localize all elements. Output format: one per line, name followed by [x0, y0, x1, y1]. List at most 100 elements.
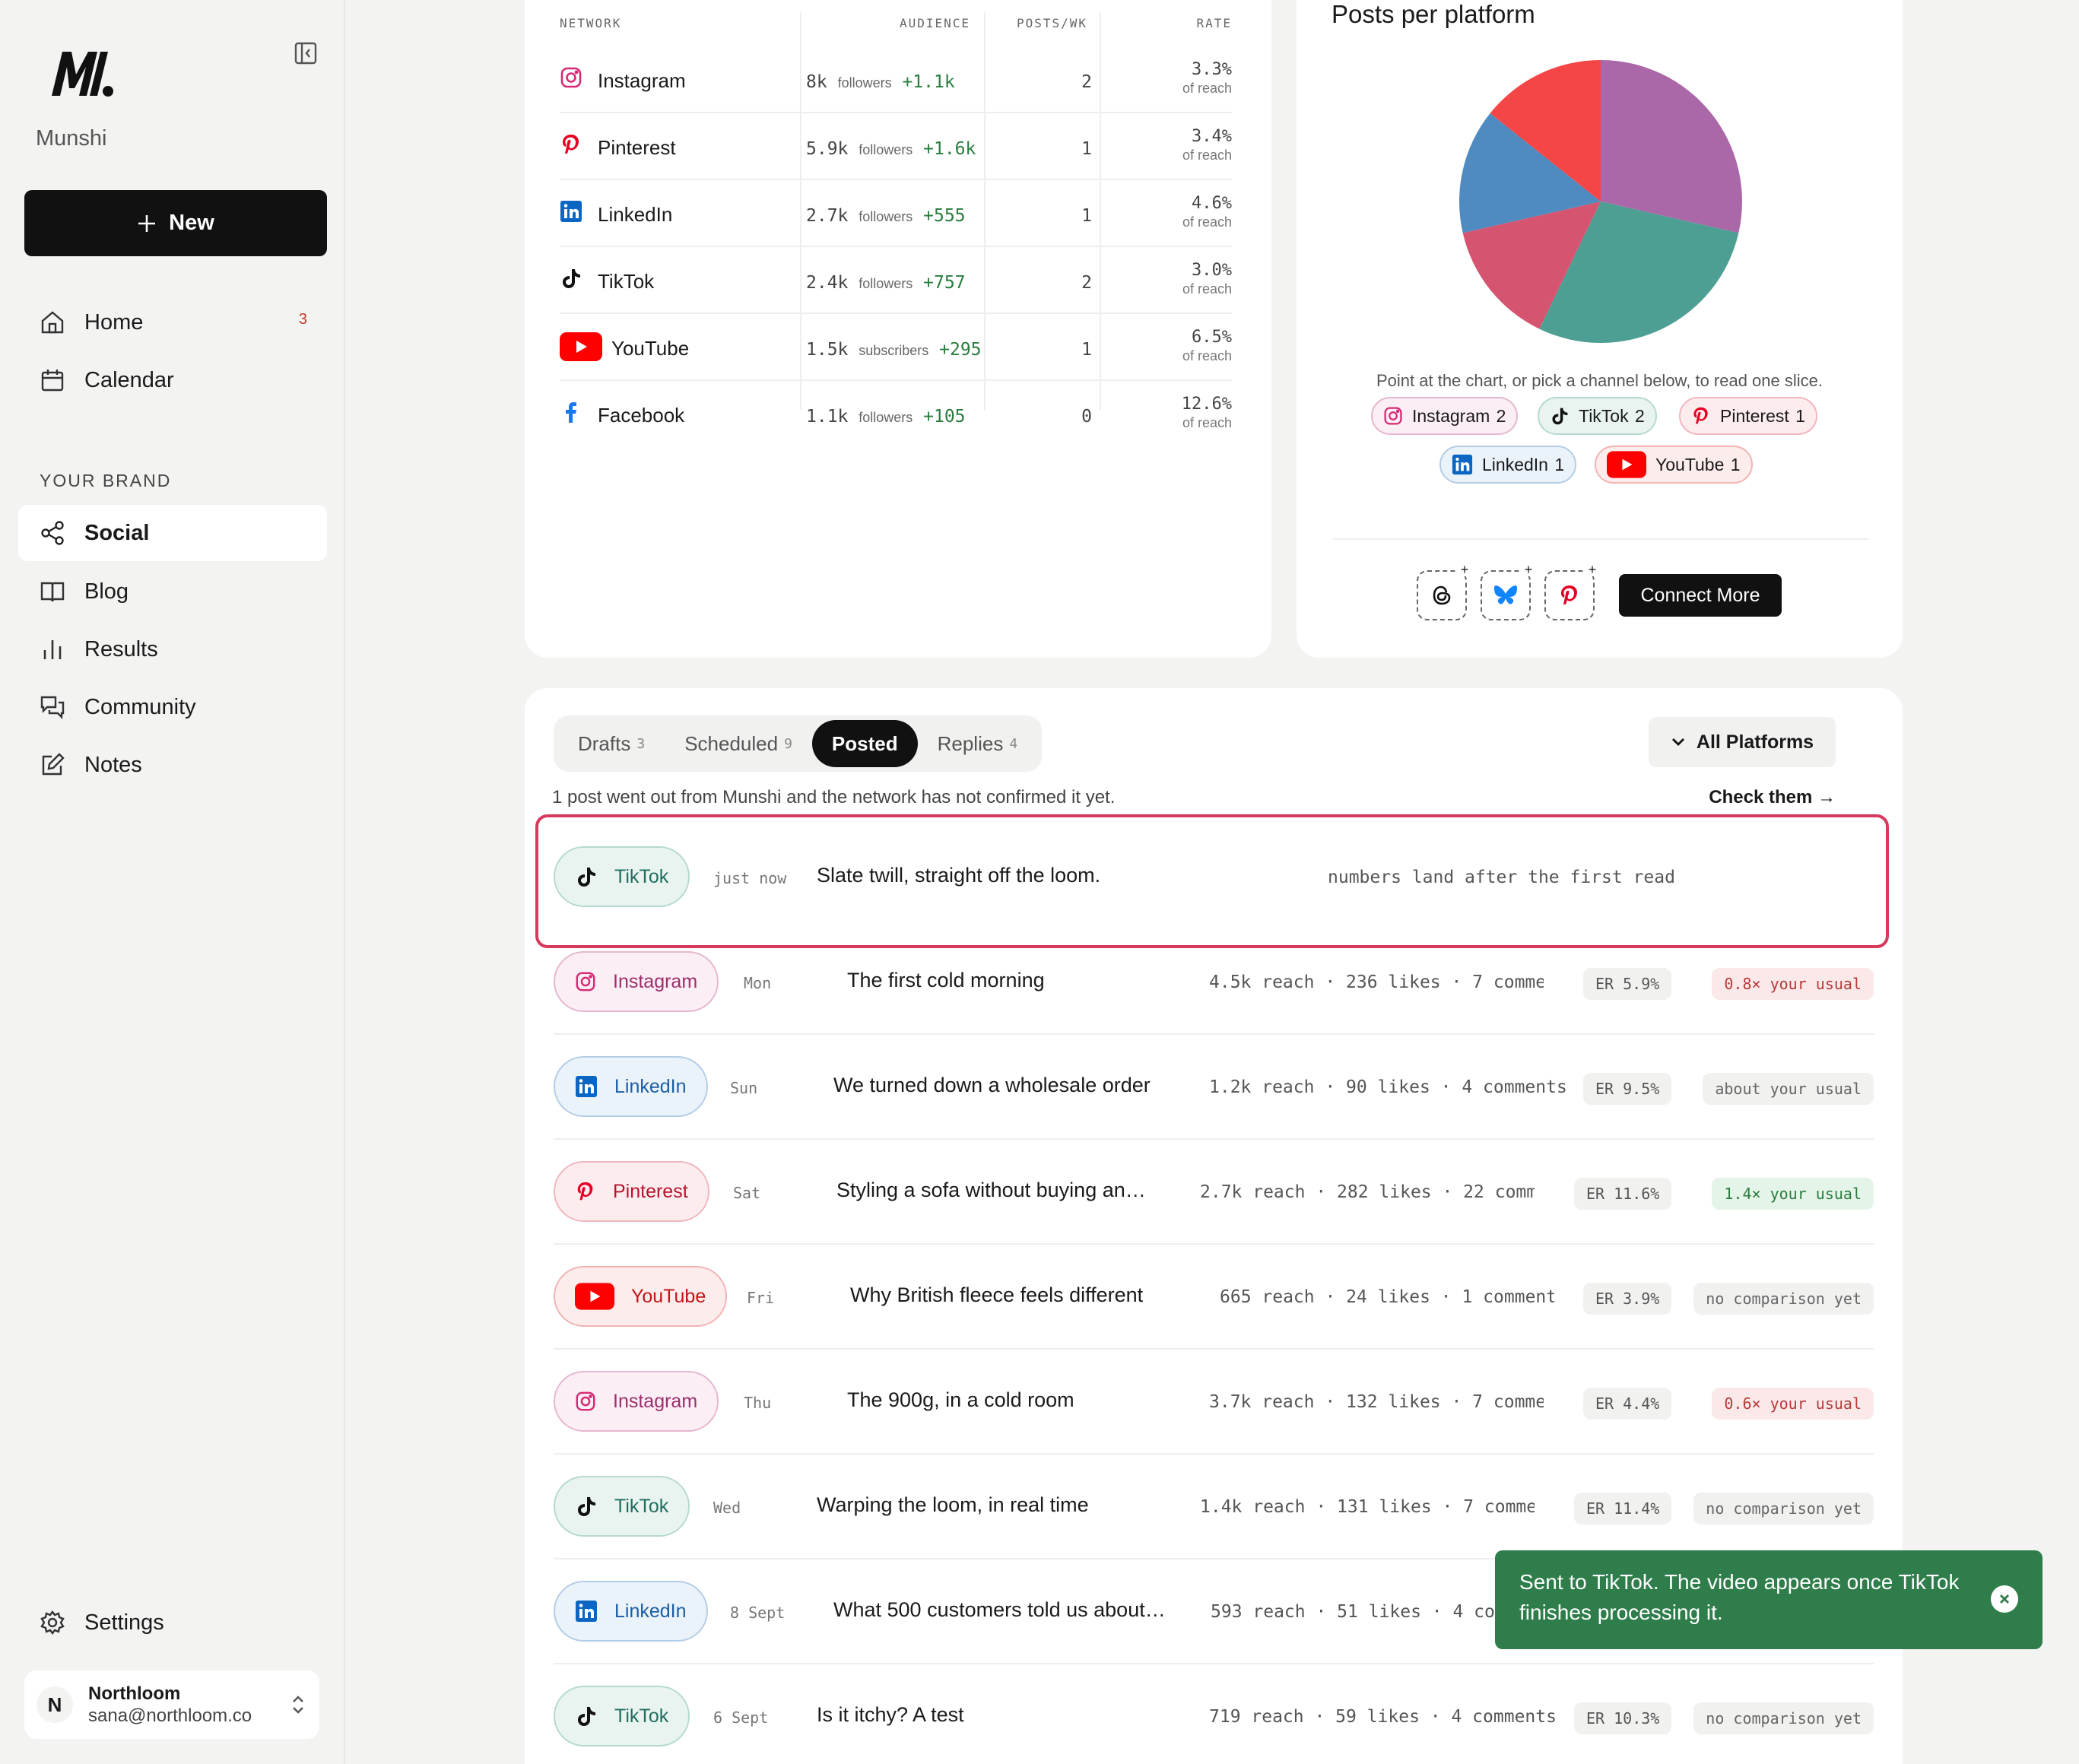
chevron-updown-icon: [293, 1696, 303, 1714]
post-row[interactable]: LinkedIn Sun We turned down a wholesale …: [554, 1035, 1874, 1140]
platform-filter-dropdown[interactable]: All Platforms: [1649, 717, 1836, 767]
tiktok-icon: [578, 1707, 595, 1726]
pinterest-icon: [1561, 585, 1577, 604]
connect-threads-slot[interactable]: +: [1417, 563, 1471, 620]
post-row[interactable]: Instagram Thu The 900g, in a cold room 3…: [554, 1350, 1874, 1455]
toast-close-button[interactable]: [1991, 1585, 2018, 1613]
posts-per-platform-pie-chart[interactable]: [1456, 57, 1745, 346]
chip-label: TikTok 2: [1579, 405, 1645, 426]
connect-pinterest-slot[interactable]: +: [1544, 563, 1599, 620]
collapse-sidebar-icon[interactable]: [293, 40, 319, 66]
network-row-youtube[interactable]: YouTube 1.5k subscribers +295 1 6.5% of r…: [560, 314, 1232, 381]
linkedin-icon: [1452, 454, 1473, 475]
network-posts-per-week: 2: [1081, 273, 1092, 293]
sidebar: Munshi New Home 3 Calendar YOUR BRAND So…: [0, 0, 345, 1764]
nav-item-settings[interactable]: Settings: [18, 1594, 327, 1651]
connect-more-button[interactable]: Connect More: [1619, 574, 1782, 617]
book-icon: [40, 582, 65, 602]
tab-scheduled[interactable]: Scheduled 9: [665, 720, 812, 767]
network-rate: 3.0% of reach: [1182, 261, 1232, 297]
network-table-card: NETWORK AUDIENCE POSTS/WK RATE Instagram…: [525, 0, 1271, 658]
network-audience: 1.1k followers +105: [806, 407, 966, 427]
usual-comparison-badge: no comparison yet: [1693, 1283, 1874, 1315]
network-name: YouTube: [611, 337, 690, 360]
tab-replies[interactable]: Replies 4: [918, 720, 1038, 767]
post-time: Fri: [747, 1289, 775, 1307]
instagram-icon: [1384, 407, 1402, 425]
post-row[interactable]: Instagram Mon The first cold morning 4.5…: [554, 930, 1874, 1035]
toast-notification: Sent to TikTok. The video appears once T…: [1495, 1550, 2042, 1649]
chip-label: Pinterest 1: [1720, 405, 1805, 426]
edit-icon: [42, 753, 65, 776]
post-time: Wed: [713, 1499, 741, 1517]
post-stats: 4.5k reach · 236 likes · 7 comme…: [1209, 972, 1544, 992]
usual-comparison-badge: 0.6× your usual: [1712, 1388, 1874, 1420]
chip-label: LinkedIn 1: [1482, 454, 1565, 474]
network-row-facebook[interactable]: Facebook 1.1k followers +105 0 12.6% of r…: [560, 381, 1232, 448]
chip-tiktok[interactable]: TikTok 2: [1538, 397, 1657, 435]
tab-drafts[interactable]: Drafts 3: [558, 720, 665, 767]
connect-bluesky-slot[interactable]: +: [1481, 563, 1535, 620]
nav-item-notes[interactable]: Notes: [18, 737, 327, 793]
nav-item-calendar[interactable]: Calendar: [18, 352, 327, 408]
post-title: What 500 customers told us about…: [833, 1598, 1166, 1621]
chip-linkedin[interactable]: LinkedIn 1: [1439, 446, 1577, 484]
network-rate: 6.5% of reach: [1182, 328, 1232, 364]
post-row[interactable]: TikTok Wed Warping the loom, in real tim…: [554, 1455, 1874, 1559]
engagement-rate-badge: ER 9.5%: [1583, 1073, 1672, 1105]
nav-item-community[interactable]: Community: [18, 679, 327, 735]
chip-instagram[interactable]: Instagram 2: [1371, 397, 1519, 435]
pending-note: numbers land after the first read: [1328, 868, 1675, 887]
new-button-label: New: [169, 211, 214, 235]
network-row-linkedin[interactable]: LinkedIn 2.7k followers +555 1 4.6% of re…: [560, 180, 1232, 247]
post-row[interactable]: YouTube Fri Why British fleece feels dif…: [554, 1245, 1874, 1350]
divider: [1333, 538, 1868, 540]
tiktok-icon: [578, 1497, 595, 1516]
nav-item-home[interactable]: Home 3: [18, 294, 327, 351]
linkedin-icon: [576, 1601, 597, 1622]
platform-chip-tiktok: TikTok: [554, 1686, 690, 1747]
check-them-link[interactable]: Check them →: [1709, 787, 1836, 808]
new-post-button[interactable]: New: [24, 190, 327, 256]
usual-comparison-badge: 0.8× your usual: [1712, 968, 1874, 1000]
post-row[interactable]: TikTok 6 Sept Is it itchy? A test 719 re…: [554, 1664, 1874, 1764]
network-row-instagram[interactable]: Instagram 8k followers +1.1k 2 3.3% of re…: [560, 46, 1232, 113]
post-row[interactable]: Pinterest Sat Styling a sofa without buy…: [554, 1140, 1874, 1245]
nav-item-social[interactable]: Social: [18, 505, 327, 561]
toast-message: Sent to TikTok. The video appears once T…: [1519, 1570, 1960, 1624]
nav-label-calendar: Calendar: [84, 367, 174, 392]
chip-youtube[interactable]: YouTube 1: [1595, 446, 1753, 484]
nav-item-results[interactable]: Results: [18, 621, 327, 677]
post-stats: 665 reach · 24 likes · 1 comments: [1220, 1287, 1554, 1307]
your-brand-heading: YOUR BRAND: [40, 471, 172, 490]
column-header-posts: POSTS/WK: [1016, 16, 1087, 30]
youtube-icon: [560, 332, 602, 361]
post-title: Is it itchy? A test: [817, 1703, 964, 1726]
network-row-pinterest[interactable]: Pinterest 5.9k followers +1.6k 1 3.4% of …: [560, 113, 1232, 180]
network-name: LinkedIn: [598, 203, 673, 226]
gear-icon: [40, 1610, 65, 1635]
column-header-network: NETWORK: [560, 16, 622, 30]
platform-chip-linkedin: LinkedIn: [554, 1581, 708, 1642]
munshi-logo[interactable]: [49, 49, 114, 97]
chip-pinterest[interactable]: Pinterest 1: [1679, 397, 1817, 435]
avatar: N: [37, 1686, 73, 1723]
add-plus-icon: +: [1458, 563, 1471, 576]
nav-item-blog[interactable]: Blog: [18, 563, 327, 620]
platform-chip-instagram: Instagram: [554, 1371, 719, 1432]
post-stats: 1.4k reach · 131 likes · 7 comme…: [1200, 1497, 1535, 1517]
column-header-audience: AUDIENCE: [899, 16, 970, 30]
pending-post-row[interactable]: TikTok just now Slate twill, straight of…: [554, 825, 1874, 930]
tab-posted[interactable]: Posted: [811, 720, 918, 767]
post-title: Why British fleece feels different: [850, 1283, 1144, 1306]
nav-label-social: Social: [84, 520, 150, 545]
usual-comparison-badge: no comparison yet: [1693, 1493, 1874, 1524]
account-switcher[interactable]: N Northloom sana@northloom.co: [24, 1670, 319, 1739]
network-row-tiktok[interactable]: TikTok 2.4k followers +757 2 3.0% of reac…: [560, 247, 1232, 314]
add-plus-icon: +: [1522, 563, 1535, 576]
engagement-rate-badge: ER 10.3%: [1574, 1702, 1672, 1734]
engagement-rate-badge: ER 5.9%: [1583, 968, 1672, 1000]
account-name: Northloom: [88, 1683, 181, 1704]
nav-label-community: Community: [84, 694, 196, 719]
calendar-icon: [41, 370, 64, 392]
